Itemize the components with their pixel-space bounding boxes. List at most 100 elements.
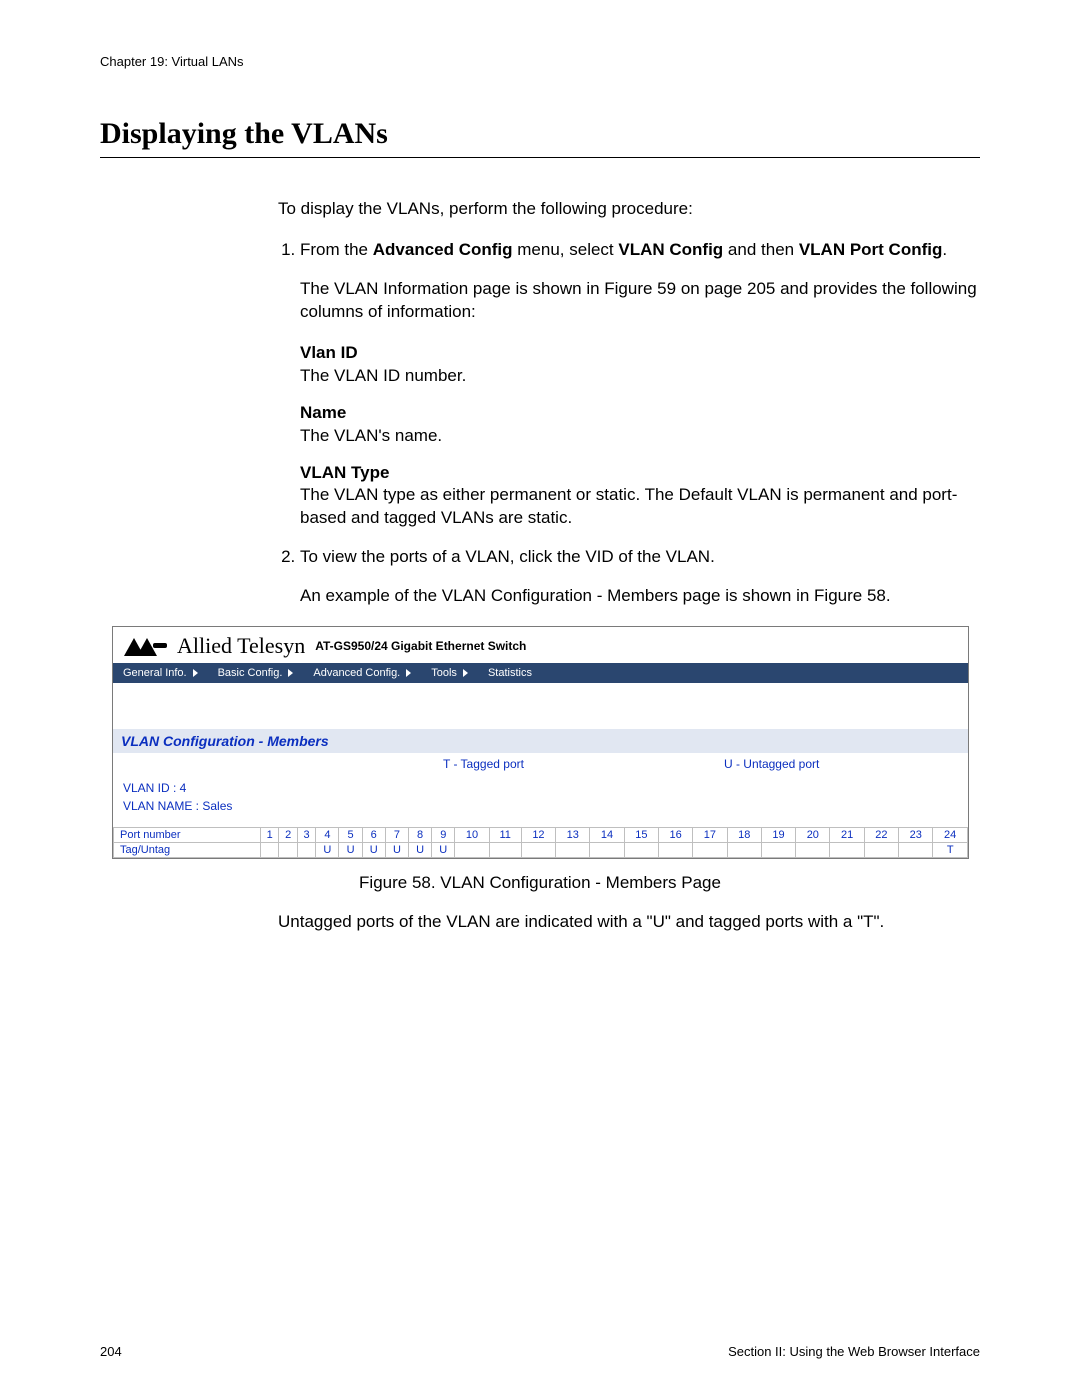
menu-basic-config[interactable]: Basic Config. bbox=[208, 663, 304, 683]
page-title: Displaying the VLANs bbox=[100, 117, 980, 151]
port-cell: 17 bbox=[693, 828, 727, 843]
model-text: AT-GS950/24 Gigabit Ethernet Switch bbox=[315, 639, 526, 653]
vlan-meta: VLAN ID : 4 VLAN NAME : Sales bbox=[113, 775, 968, 817]
port-cell: 12 bbox=[521, 828, 555, 843]
vlan-name-label: VLAN NAME : Sales bbox=[123, 797, 958, 815]
allied-telesyn-logo-icon bbox=[123, 635, 169, 657]
tag-cell bbox=[556, 843, 590, 858]
tag-cell: U bbox=[385, 843, 408, 858]
step1-text-e: and then bbox=[723, 240, 799, 259]
port-cell: 15 bbox=[624, 828, 658, 843]
tag-cell: T bbox=[933, 843, 968, 858]
port-cell: 2 bbox=[279, 828, 297, 843]
tag-cell bbox=[297, 843, 315, 858]
panel-title-bar: VLAN Configuration - Members bbox=[113, 729, 968, 753]
port-cell: 8 bbox=[409, 828, 432, 843]
port-cell: 3 bbox=[297, 828, 315, 843]
port-number-row: Port number 1 2 3 4 5 6 7 8 9 10 11 12 1… bbox=[114, 828, 968, 843]
legend-row: T - Tagged port U - Untagged port bbox=[113, 753, 968, 775]
step-1: From the Advanced Config menu, select VL… bbox=[300, 239, 980, 530]
port-cell: 22 bbox=[864, 828, 898, 843]
tag-cell bbox=[864, 843, 898, 858]
port-cell: 13 bbox=[556, 828, 590, 843]
tag-cell: U bbox=[339, 843, 362, 858]
port-cell: 9 bbox=[432, 828, 455, 843]
intro-text: To display the VLANs, perform the follow… bbox=[278, 198, 980, 221]
tag-cell: U bbox=[316, 843, 339, 858]
tag-untag-row: Tag/Untag U U U U U U bbox=[114, 843, 968, 858]
page-footer: 204 Section II: Using the Web Browser In… bbox=[100, 1344, 980, 1359]
section-label: Section II: Using the Web Browser Interf… bbox=[728, 1344, 980, 1359]
port-cell: 11 bbox=[489, 828, 521, 843]
port-cell: 21 bbox=[830, 828, 864, 843]
step1-bold-advanced-config: Advanced Config bbox=[373, 240, 513, 259]
legend-tagged: T - Tagged port bbox=[443, 757, 524, 771]
port-cell: 19 bbox=[761, 828, 795, 843]
tag-cell bbox=[693, 843, 727, 858]
step1-text-c: menu, select bbox=[513, 240, 619, 259]
tag-cell bbox=[590, 843, 624, 858]
step1-bold-vlan-config: VLAN Config bbox=[618, 240, 723, 259]
menu-label: Statistics bbox=[488, 667, 532, 679]
tag-cell bbox=[658, 843, 692, 858]
menu-label: Tools bbox=[431, 667, 457, 679]
port-cell: 10 bbox=[455, 828, 489, 843]
tag-cell bbox=[279, 843, 297, 858]
procedure-list: From the Advanced Config menu, select VL… bbox=[278, 239, 980, 608]
tag-cell bbox=[761, 843, 795, 858]
chapter-header: Chapter 19: Virtual LANs bbox=[100, 54, 980, 69]
port-cell: 16 bbox=[658, 828, 692, 843]
chevron-right-icon bbox=[288, 669, 293, 677]
menu-advanced-config[interactable]: Advanced Config. bbox=[303, 663, 421, 683]
chevron-right-icon bbox=[463, 669, 468, 677]
figure-menubar: General Info. Basic Config. Advanced Con… bbox=[113, 663, 968, 683]
tag-cell bbox=[899, 843, 933, 858]
vlan-id-label: VLAN ID : 4 bbox=[123, 779, 958, 797]
step1-paragraph: The VLAN Information page is shown in Fi… bbox=[300, 278, 980, 324]
brand-text: Allied Telesyn bbox=[177, 633, 305, 659]
menu-statistics[interactable]: Statistics bbox=[478, 663, 542, 683]
def-desc-vlan-type: The VLAN type as either permanent or sta… bbox=[300, 484, 980, 530]
def-name: Name The VLAN's name. bbox=[300, 402, 980, 448]
chevron-right-icon bbox=[193, 669, 198, 677]
tag-cell bbox=[830, 843, 864, 858]
step1-bold-vlan-port-config: VLAN Port Config bbox=[799, 240, 943, 259]
def-term-vlan-id: Vlan ID bbox=[300, 342, 980, 365]
closing-content: Untagged ports of the VLAN are indicated… bbox=[278, 911, 980, 934]
port-cell: 14 bbox=[590, 828, 624, 843]
def-term-name: Name bbox=[300, 402, 980, 425]
step2-text: To view the ports of a VLAN, click the V… bbox=[300, 547, 715, 566]
port-cell: 1 bbox=[261, 828, 279, 843]
chevron-right-icon bbox=[406, 669, 411, 677]
step2-paragraph: An example of the VLAN Configuration - M… bbox=[300, 585, 980, 608]
figure-58: Allied Telesyn AT-GS950/24 Gigabit Ether… bbox=[112, 626, 969, 859]
def-term-vlan-type: VLAN Type bbox=[300, 462, 980, 485]
step1-text-g: . bbox=[942, 240, 947, 259]
tag-cell: U bbox=[362, 843, 385, 858]
port-cell: 20 bbox=[796, 828, 830, 843]
menu-tools[interactable]: Tools bbox=[421, 663, 478, 683]
closing-text: Untagged ports of the VLAN are indicated… bbox=[278, 911, 980, 934]
menu-general-info[interactable]: General Info. bbox=[113, 663, 208, 683]
port-cell: 18 bbox=[727, 828, 761, 843]
tag-cell bbox=[455, 843, 489, 858]
def-vlan-id: Vlan ID The VLAN ID number. bbox=[300, 342, 980, 388]
title-rule bbox=[100, 157, 980, 158]
port-cell: 24 bbox=[933, 828, 968, 843]
port-cell: 7 bbox=[385, 828, 408, 843]
step1-text-a: From the bbox=[300, 240, 373, 259]
tag-cell bbox=[521, 843, 555, 858]
port-cell: 6 bbox=[362, 828, 385, 843]
row-label-port-number: Port number bbox=[114, 828, 261, 843]
menu-label: Advanced Config. bbox=[313, 667, 400, 679]
def-desc-vlan-id: The VLAN ID number. bbox=[300, 365, 980, 388]
tag-cell: U bbox=[409, 843, 432, 858]
port-table: Port number 1 2 3 4 5 6 7 8 9 10 11 12 1… bbox=[113, 827, 968, 858]
tag-cell bbox=[796, 843, 830, 858]
menu-label: Basic Config. bbox=[218, 667, 283, 679]
port-cell: 23 bbox=[899, 828, 933, 843]
main-content: To display the VLANs, perform the follow… bbox=[278, 198, 980, 608]
port-cell: 5 bbox=[339, 828, 362, 843]
figure-logo-row: Allied Telesyn AT-GS950/24 Gigabit Ether… bbox=[113, 627, 968, 663]
tag-cell bbox=[489, 843, 521, 858]
